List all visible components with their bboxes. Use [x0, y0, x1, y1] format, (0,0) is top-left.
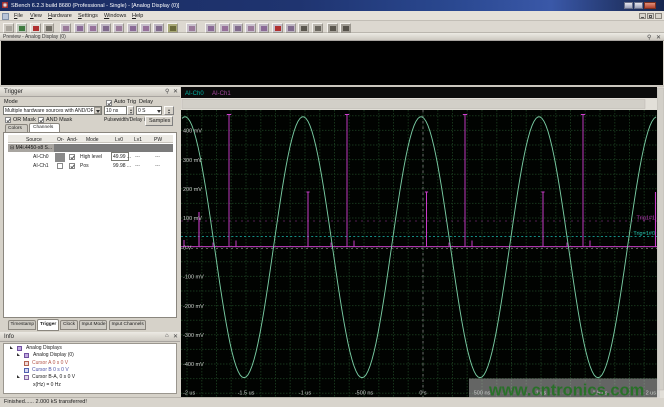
svg-text:www.cntronics.com: www.cntronics.com	[488, 382, 644, 399]
svg-text:-300 mV: -300 mV	[183, 333, 204, 339]
svg-text:0 s: 0 s	[419, 391, 427, 397]
svg-text:200 mV: 200 mV	[183, 187, 202, 193]
svg-text:400 mV: 400 mV	[183, 129, 202, 135]
svg-text:0 V: 0 V	[183, 245, 192, 251]
svg-text:Trig=1#0: Trig=1#0	[633, 231, 655, 237]
svg-text:300 mV: 300 mV	[183, 158, 202, 164]
svg-text:-1.5 us: -1.5 us	[238, 391, 255, 397]
svg-text:-500 ns: -500 ns	[355, 391, 374, 397]
svg-text:AI-Ch0: AI-Ch0	[185, 91, 204, 97]
svg-text:Trig1#1: Trig1#1	[637, 216, 655, 222]
svg-text:-1 us: -1 us	[299, 391, 311, 397]
svg-text:100 mV: 100 mV	[183, 216, 202, 222]
svg-text:-200 mV: -200 mV	[183, 304, 204, 310]
svg-text:AI-Ch1: AI-Ch1	[212, 91, 231, 97]
svg-text:-100 mV: -100 mV	[183, 275, 204, 281]
svg-text:-2 us: -2 us	[183, 391, 195, 397]
svg-text:-400 mV: -400 mV	[183, 362, 204, 368]
